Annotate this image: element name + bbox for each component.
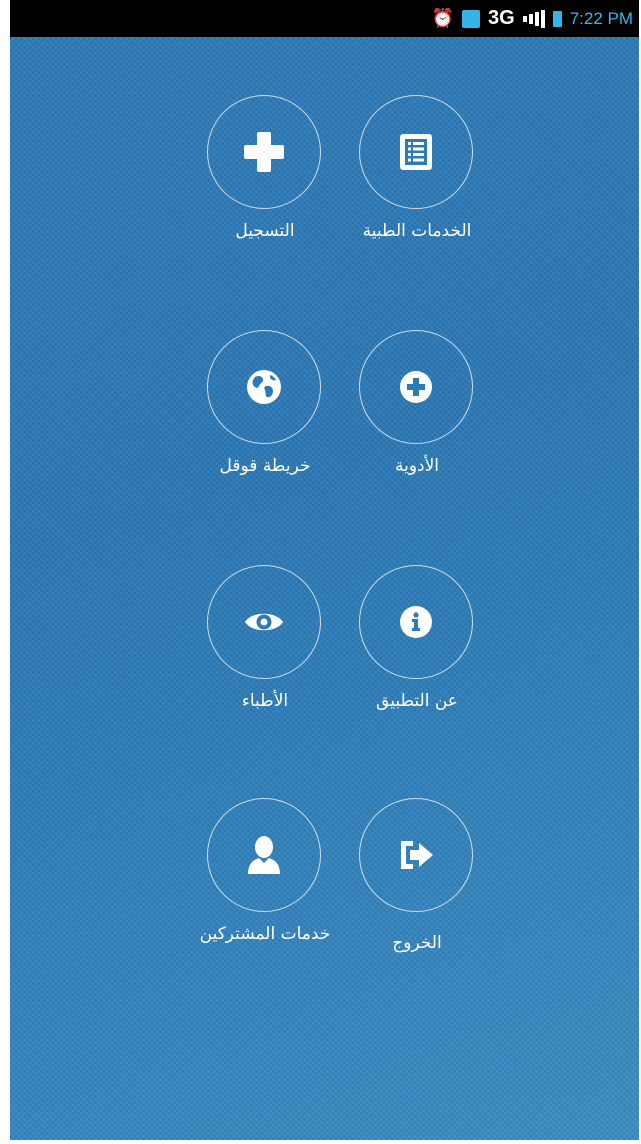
plus-circle-icon bbox=[400, 371, 432, 403]
google-map-label: خريطة قوقل bbox=[219, 456, 311, 476]
plus-icon bbox=[244, 132, 284, 172]
network-type: 3G bbox=[488, 7, 515, 29]
status-bar: ⏰ 3G 7:22 PM bbox=[10, 0, 639, 37]
about-app-circle[interactable] bbox=[359, 565, 473, 679]
google-map-button[interactable]: خريطة قوقل bbox=[185, 330, 345, 490]
device-frame: ⏰ 3G 7:22 PM الخدمات الطبية التسجيل الأد… bbox=[10, 0, 639, 1140]
google-map-circle[interactable] bbox=[207, 330, 321, 444]
globe-icon bbox=[246, 369, 282, 405]
registration-circle[interactable] bbox=[207, 95, 321, 209]
doctors-button[interactable]: الأطباء bbox=[185, 565, 345, 725]
subscriber-services-button[interactable]: خدمات المشتركين bbox=[185, 798, 345, 958]
exit-circle[interactable] bbox=[359, 798, 473, 912]
user-icon bbox=[247, 836, 281, 874]
doctors-label: الأطباء bbox=[241, 691, 289, 711]
main-menu-screen: الخدمات الطبية التسجيل الأدوية خريطة قوق… bbox=[10, 37, 639, 1140]
sim-icon bbox=[462, 9, 480, 28]
list-document-icon bbox=[399, 133, 433, 171]
sign-out-icon bbox=[397, 839, 435, 871]
signal-icon bbox=[522, 9, 545, 28]
eye-icon bbox=[244, 609, 284, 635]
medical-services-circle[interactable] bbox=[359, 95, 473, 209]
info-icon bbox=[400, 606, 432, 638]
doctors-circle[interactable] bbox=[207, 565, 321, 679]
medicines-circle[interactable] bbox=[359, 330, 473, 444]
battery-icon bbox=[552, 10, 562, 27]
registration-label: التسجيل bbox=[235, 221, 295, 241]
subscriber-services-circle[interactable] bbox=[207, 798, 321, 912]
status-time: 7:22 PM bbox=[569, 8, 633, 28]
subscriber-services-label: خدمات المشتركين bbox=[199, 924, 331, 944]
registration-button[interactable]: التسجيل bbox=[185, 95, 345, 255]
alarm-icon: ⏰ bbox=[431, 8, 454, 29]
